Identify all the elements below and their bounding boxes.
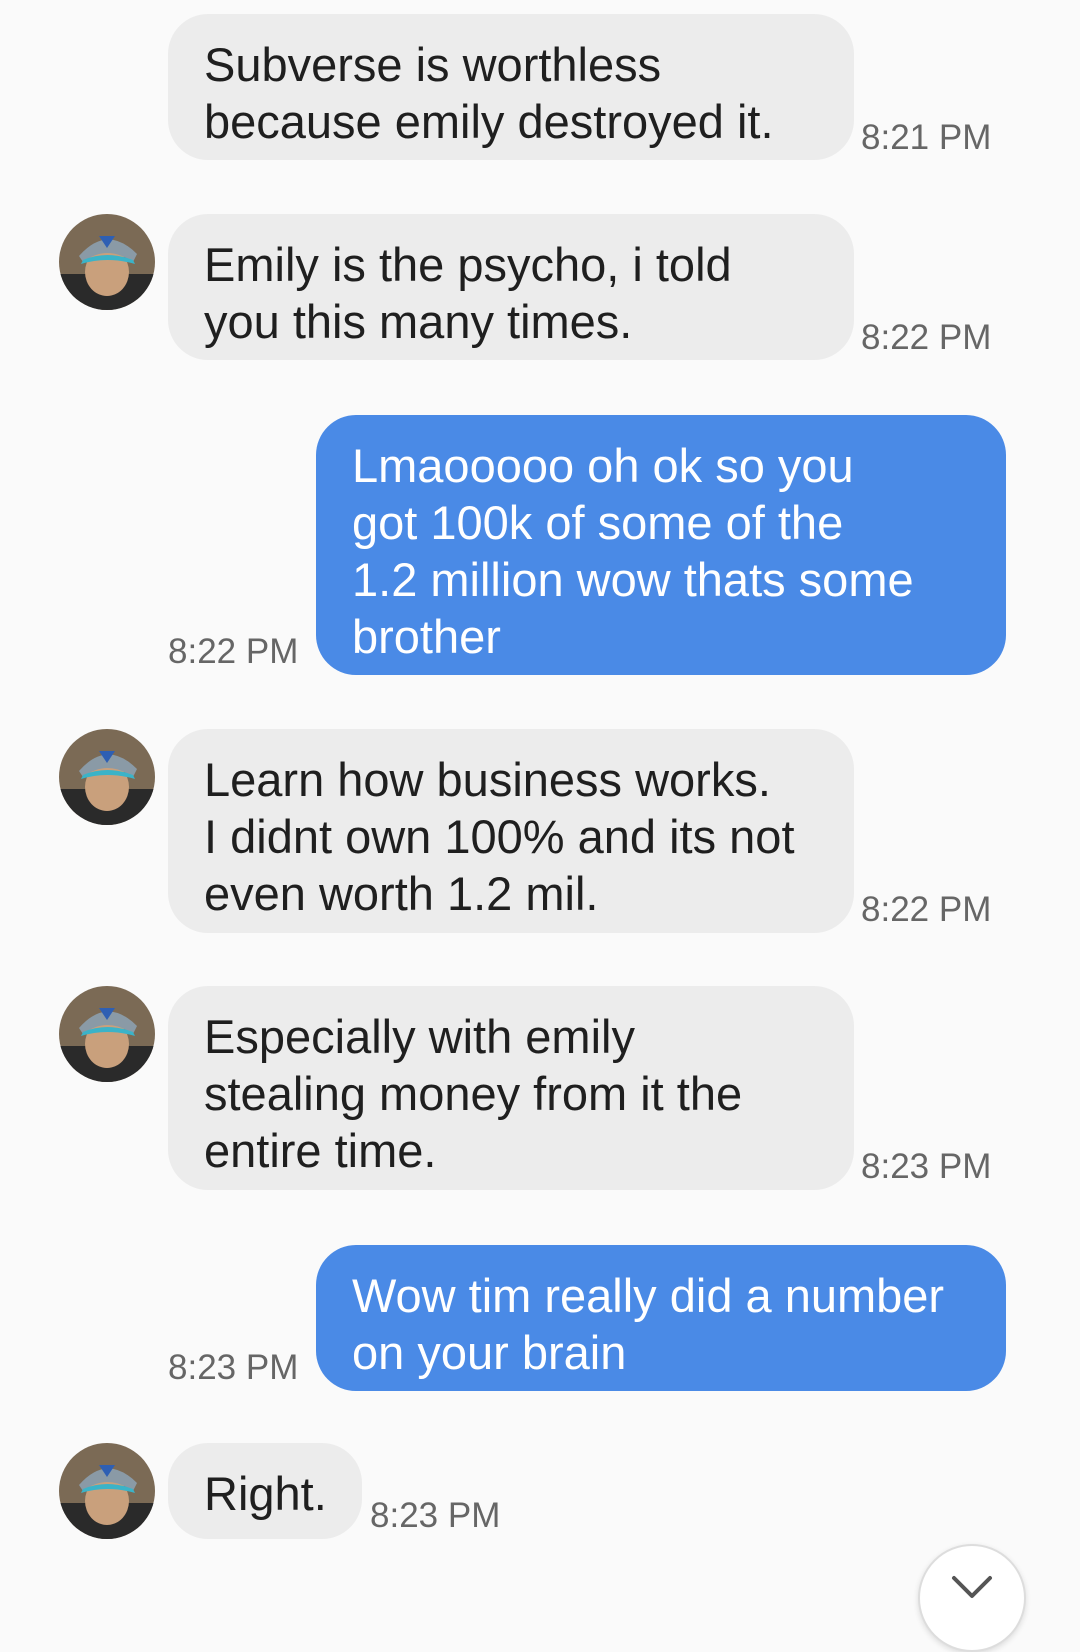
outgoing-message-bubble[interactable]: Wow tim really did a number on your brai… [316, 1245, 1006, 1391]
message-timestamp: 8:23 PM [370, 1496, 501, 1535]
contact-avatar-icon[interactable] [59, 214, 155, 310]
incoming-message-bubble[interactable]: Emily is the psycho, i told you this man… [168, 214, 854, 360]
contact-avatar-icon[interactable] [59, 729, 155, 825]
message-timestamp: 8:22 PM [861, 318, 992, 357]
incoming-message-bubble[interactable]: Learn how business works. I didnt own 10… [168, 729, 854, 933]
outgoing-message-bubble[interactable]: Lmaooooo oh ok so you got 100k of some o… [316, 415, 1006, 675]
chevron-down-icon [952, 1576, 992, 1598]
message-timestamp: 8:23 PM [168, 1348, 299, 1387]
message-timestamp: 8:21 PM [861, 118, 992, 157]
incoming-message-bubble[interactable]: Especially with emily stealing money fro… [168, 986, 854, 1190]
contact-avatar-icon[interactable] [59, 1443, 155, 1539]
scroll-to-bottom-button[interactable] [918, 1544, 1026, 1652]
message-timestamp: 8:22 PM [861, 890, 992, 929]
contact-avatar-icon[interactable] [59, 986, 155, 1082]
message-timestamp: 8:23 PM [861, 1147, 992, 1186]
incoming-message-bubble[interactable]: Subverse is worthless because emily dest… [168, 14, 854, 160]
incoming-message-bubble[interactable]: Right. [168, 1443, 362, 1539]
message-timestamp: 8:22 PM [168, 632, 299, 671]
